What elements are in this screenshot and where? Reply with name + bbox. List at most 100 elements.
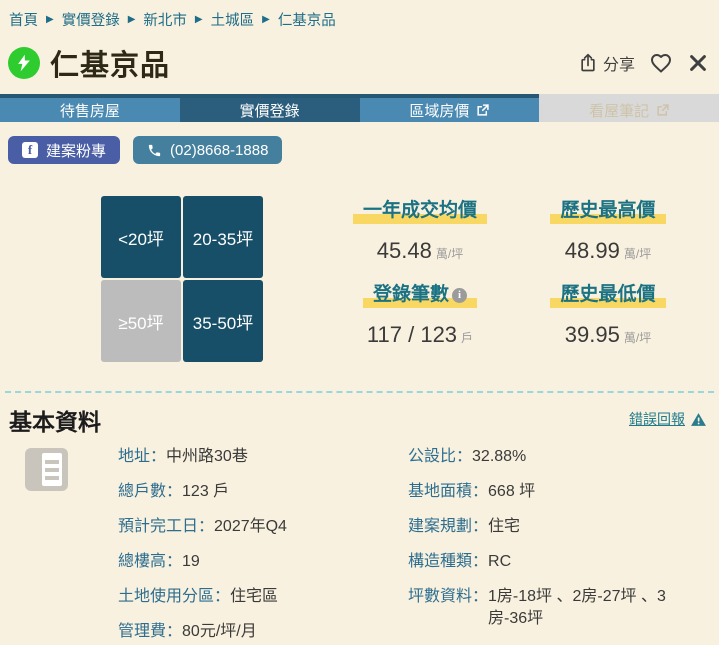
breadcrumb-home[interactable]: 首頁 [9,9,38,30]
field-label: 預計完工日： [118,516,214,538]
lightning-badge-icon [8,47,40,79]
size-filter-grid: <20坪 20-35坪 ≥50坪 35-50坪 [101,196,263,362]
field-label: 管理費： [118,621,182,643]
field-label: 建案規劃： [408,516,488,538]
title-row: 仁基京品 分享 [8,42,709,84]
facebook-page-button[interactable]: 建案粉專 [8,136,120,164]
field-label: 坪數資料： [408,586,488,608]
stat-label: 一年成交均價 [353,198,487,224]
field-label: 構造種類： [408,551,488,573]
close-icon [687,52,709,74]
field-value: 住宅 [488,516,700,538]
phone-icon [147,143,162,158]
size-filter-20-35[interactable]: 20-35坪 [183,196,263,278]
basic-info-right-column: 公設比：32.88% 基地面積：668 坪 建案規劃：住宅 構造種類：RC 坪數… [408,446,700,630]
tab-label: 區域房價 [409,100,469,121]
basic-info-left-column: 地址：中州路30巷 總戶數：123 戶 預計完工日：2027年Q4 總樓高：19… [118,446,393,645]
error-report: 錯誤回報 [629,409,707,429]
tab-label: 待售房屋 [60,100,120,121]
field-value: 19 [182,551,393,573]
field-total-floors: 總樓高：19 [118,551,393,586]
breadcrumb-price-registry[interactable]: 實價登錄 [62,9,120,30]
field-completion-date: 預計完工日：2027年Q4 [118,516,393,551]
breadcrumb-city[interactable]: 新北市 [143,9,187,30]
stat-label: 登錄筆數 [363,282,477,308]
stat-one-year-average: 一年成交均價 45.48萬/坪 [326,198,514,282]
field-label: 公設比： [408,446,472,468]
field-public-ratio: 公設比：32.88% [408,446,700,481]
breadcrumb-current: 仁基京品 [278,9,336,30]
size-filter-over-50: ≥50坪 [101,280,181,362]
stat-unit: 萬/坪 [624,331,651,345]
field-value: RC [488,551,700,573]
field-value: 668 坪 [488,481,700,503]
external-link-icon [476,104,489,117]
breadcrumb-separator-icon: ▶ [195,14,203,25]
actions-row: 建案粉專 (02)8668-1888 [8,136,282,164]
breadcrumb-separator-icon: ▶ [128,14,136,25]
stat-historic-low: 歷史最低價 39.95萬/坪 [514,282,702,366]
error-report-link[interactable]: 錯誤回報 [629,409,685,429]
breadcrumb-district[interactable]: 土城區 [211,9,255,30]
field-structure-type: 構造種類：RC [408,551,700,586]
tab-price-registry[interactable]: 實價登錄 [180,94,360,122]
field-value: 2027年Q4 [214,516,393,538]
facebook-button-label: 建案粉專 [46,140,106,161]
share-label: 分享 [603,51,635,75]
stat-unit: 萬/坪 [436,247,463,261]
info-icon[interactable] [452,288,467,303]
share-button[interactable]: 分享 [578,51,635,75]
stat-label: 歷史最高價 [550,198,665,224]
facebook-icon [22,142,38,158]
field-value: 1房-18坪 、2房-27坪 、3房-36坪 [488,586,700,630]
field-value: 32.88% [472,446,700,468]
field-value: 中州路30巷 [166,446,393,468]
stat-unit: 萬/坪 [624,247,651,261]
stat-value: 117 / 123戶 [326,322,514,348]
field-label: 總樓高： [118,551,182,573]
basic-info-heading: 基本資料 [9,403,101,437]
field-label: 總戶數： [118,481,182,503]
favorite-button[interactable] [649,51,673,75]
field-management-fee: 管理費：80元/坪/月 [118,621,393,645]
price-stats: 一年成交均價 45.48萬/坪 歷史最高價 48.99萬/坪 登錄筆數 117 … [326,198,702,366]
size-filter-35-50[interactable]: 35-50坪 [183,280,263,362]
property-page: 首頁 ▶ 實價登錄 ▶ 新北市 ▶ 土城區 ▶ 仁基京品 仁基京品 分享 [0,0,719,645]
heart-icon [649,51,673,75]
stat-label: 歷史最低價 [550,282,665,308]
field-unit-sizes: 坪數資料：1房-18坪 、2房-27坪 、3房-36坪 [408,586,700,630]
stat-record-count: 登錄筆數 117 / 123戶 [326,282,514,366]
phone-button[interactable]: (02)8668-1888 [133,136,282,164]
title-actions: 分享 [578,51,709,75]
phone-button-label: (02)8668-1888 [170,142,268,159]
field-value: 住宅區 [230,586,393,608]
page-title: 仁基京品 [50,42,170,84]
breadcrumb: 首頁 ▶ 實價登錄 ▶ 新北市 ▶ 土城區 ▶ 仁基京品 [9,9,336,30]
stat-unit: 戶 [461,331,473,345]
tab-bar: 待售房屋 實價登錄 區域房價 看屋筆記 [0,94,719,122]
size-filter-under-20[interactable]: <20坪 [101,196,181,278]
field-project-plan: 建案規劃：住宅 [408,516,700,551]
field-site-area: 基地面積：668 坪 [408,481,700,516]
stat-historic-high: 歷史最高價 48.99萬/坪 [514,198,702,282]
field-value: 80元/坪/月 [182,621,393,643]
field-address: 地址：中州路30巷 [118,446,393,481]
close-button[interactable] [687,52,709,74]
tab-area-prices[interactable]: 區域房價 [360,94,540,122]
tab-label: 實價登錄 [240,100,300,121]
field-label: 基地面積： [408,481,488,503]
tab-for-sale[interactable]: 待售房屋 [0,94,180,122]
share-icon [578,53,598,73]
field-zoning: 土地使用分區：住宅區 [118,586,393,621]
external-link-icon [656,104,669,117]
field-value: 123 戶 [182,481,393,503]
stat-value: 45.48萬/坪 [326,238,514,264]
dashed-divider [5,391,714,393]
stat-value: 39.95萬/坪 [514,322,702,348]
breadcrumb-separator-icon: ▶ [46,14,54,25]
warning-icon [690,411,707,428]
field-label: 土地使用分區： [118,586,230,608]
breadcrumb-separator-icon: ▶ [262,14,270,25]
document-icon [25,448,68,491]
tab-viewing-notes[interactable]: 看屋筆記 [539,94,719,122]
